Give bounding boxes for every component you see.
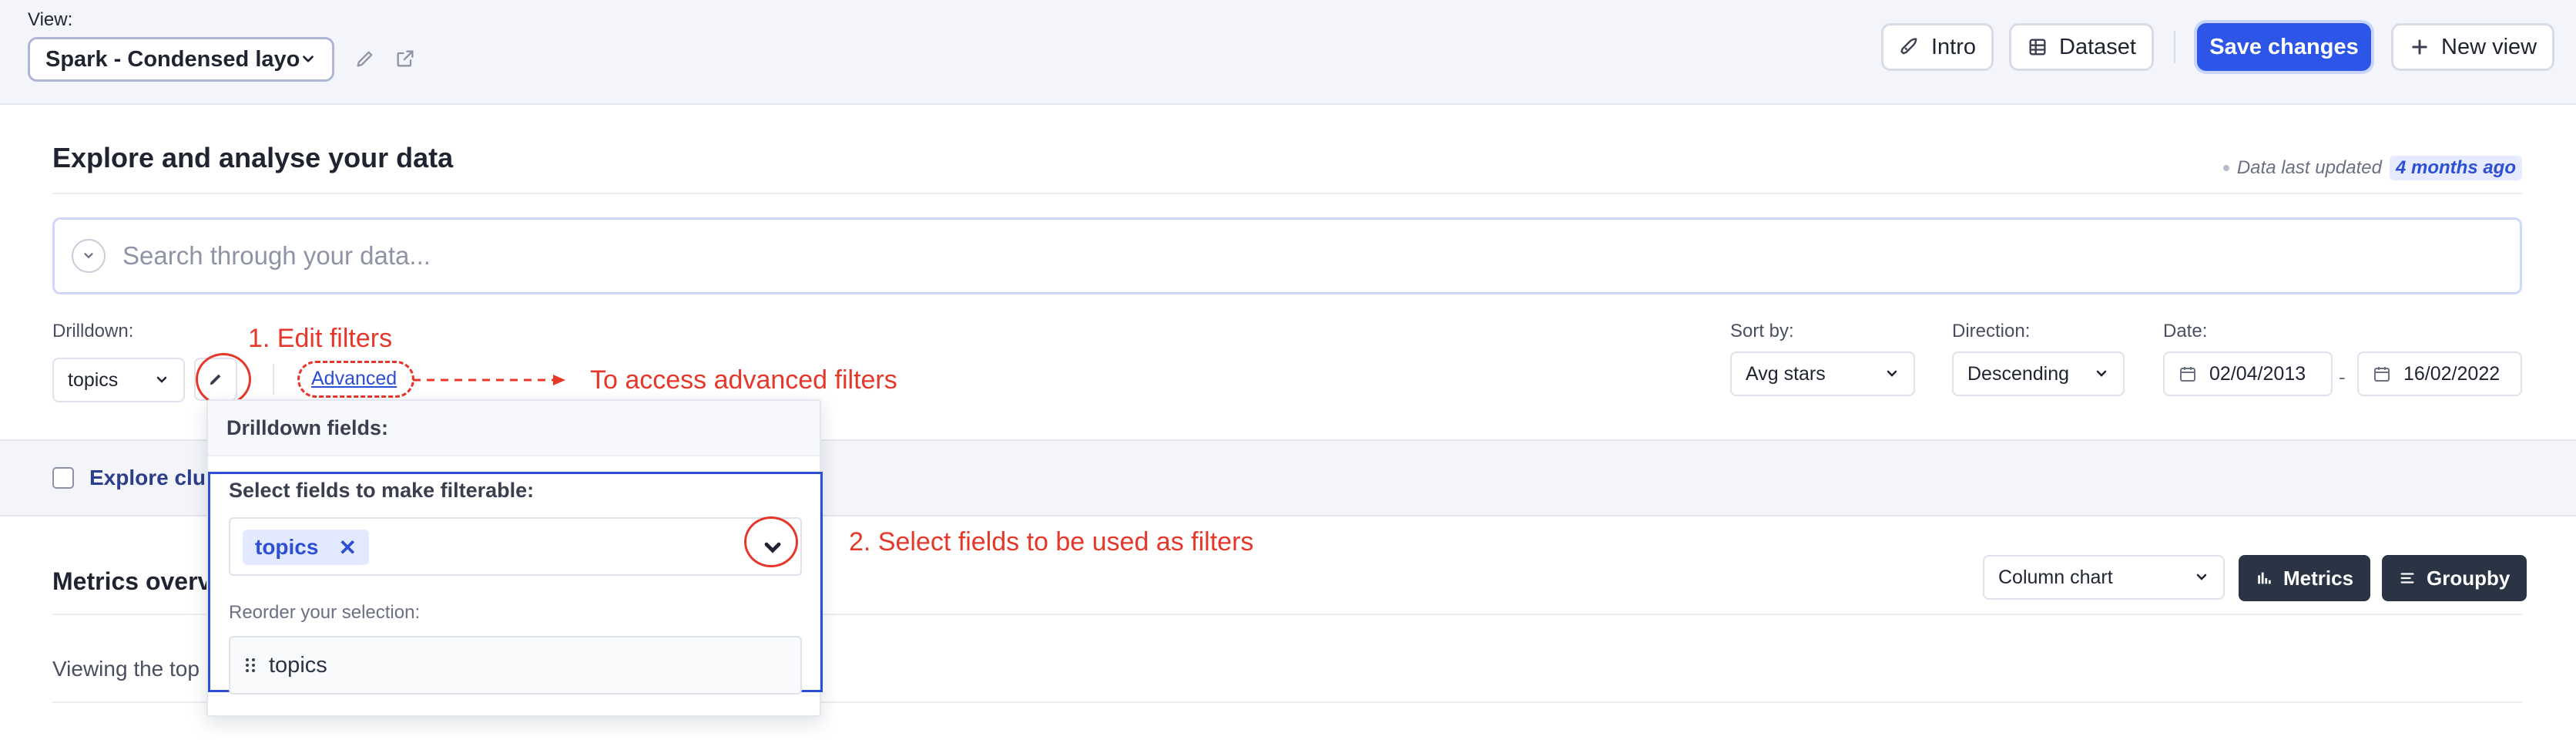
date-label: Date: (2163, 321, 2208, 341)
search-bar[interactable]: Search through your data... (52, 217, 2522, 294)
new-view-button[interactable]: New view (2391, 23, 2555, 71)
save-changes-button[interactable]: Save changes (2197, 23, 2371, 71)
groupby-label: Groupby (2427, 566, 2511, 590)
annotation-ring (196, 353, 251, 405)
date-to-input[interactable]: 16/02/2022 (2357, 352, 2522, 396)
direction-label: Direction: (1952, 321, 2031, 341)
direction-value: Descending (1967, 362, 2070, 385)
drilldown-label: Drilldown: (52, 321, 134, 341)
reorder-label: Reorder your selection: (229, 602, 421, 623)
chevron-down-icon (2196, 574, 2207, 580)
intro-button[interactable]: Intro (1881, 23, 1994, 71)
date-separator: - (2339, 365, 2346, 388)
rocket-icon (1900, 38, 1917, 55)
annotation-advanced: To access advanced filters (590, 365, 897, 395)
new-view-label: New view (2441, 34, 2537, 59)
search-input[interactable]: Search through your data... (122, 241, 431, 271)
updated-prefix: Data last updated (2236, 157, 2382, 178)
annotation-edit-filters: 1. Edit filters (248, 324, 393, 353)
reorder-item-label: topics (269, 652, 327, 678)
status-dot-icon (2222, 165, 2229, 171)
view-select[interactable]: Spark - Condensed layout (28, 37, 334, 82)
calendar-icon (2374, 367, 2390, 382)
chevron-down-icon (156, 376, 167, 383)
updated-badge: 4 months ago (2389, 156, 2522, 180)
expand-search-button[interactable] (72, 239, 106, 273)
chevron-down-icon (2096, 370, 2107, 377)
direction-select[interactable]: Descending (1952, 352, 2125, 396)
divider (273, 364, 274, 395)
reorder-item[interactable]: topics (229, 636, 802, 695)
select-fields-label: Select fields to make filterable: (229, 479, 535, 502)
sort-value: Avg stars (1746, 362, 1826, 385)
divider (52, 193, 2522, 194)
groupby-button[interactable]: Groupby (2382, 555, 2527, 601)
drilldown-select[interactable]: topics (52, 358, 185, 402)
date-from-value: 02/04/2013 (2209, 362, 2306, 385)
view-select-value: Spark - Condensed layout (45, 46, 300, 72)
annotation-ring (744, 516, 798, 567)
chart-type-value: Column chart (1998, 566, 2113, 588)
data-updated-status: Data last updated 4 months ago (2222, 156, 2522, 180)
plus-icon (2412, 39, 2427, 55)
top-bar: View: Spark - Condensed layout Intro Dat… (0, 0, 2576, 105)
tag-label: topics (255, 535, 319, 559)
chevron-down-icon (303, 56, 314, 62)
drilldown-fields-panel: Drilldown fields: Select fields to make … (206, 399, 823, 717)
selected-tag: topics ✕ (243, 530, 369, 565)
explore-clusters-checkbox[interactable] (52, 467, 74, 489)
bar-chart-icon (2258, 572, 2271, 584)
remove-tag-icon[interactable]: ✕ (338, 535, 356, 560)
filter-fields-section: Select fields to make filterable: topics… (208, 472, 823, 695)
annotation-arrow-icon (413, 375, 565, 385)
sort-select[interactable]: Avg stars (1730, 352, 1915, 396)
toolbar-divider (2174, 31, 2175, 63)
sort-label: Sort by: (1730, 321, 1794, 341)
table-icon (2029, 39, 2046, 56)
drilldown-value: topics (68, 368, 119, 391)
page-title: Explore and analyse your data (52, 142, 454, 173)
external-link-icon[interactable] (394, 48, 416, 69)
view-label: View: (28, 9, 73, 30)
dataset-label: Dataset (2059, 34, 2136, 59)
chart-type-select[interactable]: Column chart (1983, 555, 2225, 600)
metrics-button[interactable]: Metrics (2239, 555, 2371, 601)
intro-label: Intro (1931, 34, 1977, 59)
fields-multiselect[interactable]: topics ✕ (229, 517, 802, 576)
panel-header: Drilldown fields: (208, 401, 820, 456)
viewing-text: Viewing the top (52, 657, 200, 681)
dataset-button[interactable]: Dataset (2009, 23, 2154, 71)
date-to-value: 16/02/2022 (2403, 362, 2501, 385)
drag-handle-icon[interactable] (244, 657, 257, 674)
chevron-down-icon (84, 253, 93, 259)
metrics-label: Metrics (2283, 566, 2354, 590)
pencil-icon[interactable] (354, 48, 376, 69)
date-from-input[interactable]: 02/04/2013 (2163, 352, 2333, 396)
calendar-icon (2180, 367, 2195, 382)
annotation-dashed-ring (297, 361, 414, 398)
list-icon (2400, 573, 2414, 584)
annotation-select-fields: 2. Select fields to be used as filters (849, 527, 1254, 557)
chevron-down-icon (1887, 370, 1897, 377)
